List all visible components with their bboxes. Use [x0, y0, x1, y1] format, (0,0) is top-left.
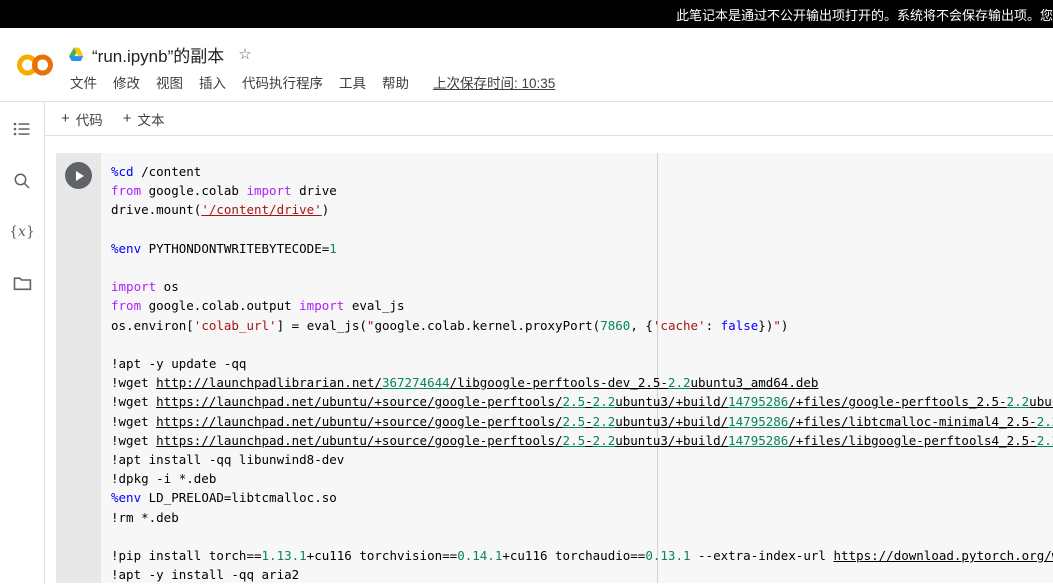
code-editor[interactable]: %cd /content from google.colab import dr… [101, 153, 1053, 583]
add-text-cell-label: 文本 [137, 112, 165, 128]
colab-logo[interactable] [16, 48, 56, 82]
menu-item-insert[interactable]: 插入 [199, 72, 226, 92]
cell-gutter [56, 153, 101, 583]
plus-icon: + [122, 110, 132, 127]
page-title[interactable]: “run.ipynb”的副本 [92, 42, 224, 67]
document-title-row: “run.ipynb”的副本 ☆ [68, 42, 252, 67]
run-cell-button[interactable] [65, 162, 92, 189]
private-outputs-banner: 此笔记本是通过不公开输出项打开的。系统将不会保存输出项。您 [0, 0, 1053, 28]
notebook-panel: + 代码 + 文本 %cd /content from google.colab… [45, 102, 1053, 584]
drive-icon [69, 47, 84, 62]
sidebar-item-search[interactable] [8, 167, 36, 195]
cell-toolbar: + 代码 + 文本 [45, 102, 1053, 136]
menu-item-view[interactable]: 视图 [156, 72, 183, 92]
cell-area: %cd /content from google.colab import dr… [45, 136, 1053, 583]
add-text-cell-button[interactable]: + 文本 [123, 109, 165, 129]
sidebar-rail: {x} [0, 102, 45, 584]
banner-text: 此笔记本是通过不公开输出项打开的。系统将不会保存输出项。您 [675, 7, 1053, 23]
sidebar-item-table-of-contents[interactable] [8, 116, 36, 144]
app-header: “run.ipynb”的副本 ☆ 文件 修改 视图 插入 代码执行程序 工具 帮… [0, 28, 1053, 102]
plus-icon: + [61, 110, 70, 127]
search-icon [14, 173, 30, 189]
save-status[interactable]: 上次保存时间: 10:35 [433, 72, 555, 92]
menu-item-edit[interactable]: 修改 [113, 72, 140, 92]
star-icon[interactable]: ☆ [238, 47, 251, 62]
main-body: {x} + 代码 + 文本 %cd /content from google.c… [0, 102, 1053, 584]
play-icon [75, 170, 84, 181]
menu-item-runtime[interactable]: 代码执行程序 [242, 72, 323, 92]
code-text[interactable]: %cd /content from google.colab import dr… [111, 162, 1053, 583]
sidebar-item-files[interactable] [8, 269, 36, 297]
code-cell[interactable]: %cd /content from google.colab import dr… [56, 153, 1053, 583]
colab-logo-icon [17, 54, 53, 76]
menu-item-tools[interactable]: 工具 [339, 72, 366, 92]
add-code-cell-label: 代码 [75, 112, 103, 128]
sidebar-item-variables[interactable]: {x} [8, 218, 36, 246]
folder-icon [13, 276, 31, 290]
menu-item-help[interactable]: 帮助 [382, 72, 409, 92]
menu-item-file[interactable]: 文件 [70, 72, 97, 92]
variables-icon: {x} [9, 224, 35, 240]
menu-bar: 文件 修改 视图 插入 代码执行程序 工具 帮助 上次保存时间: 10:35 [70, 72, 555, 92]
add-code-cell-button[interactable]: + 代码 [61, 109, 103, 129]
table-of-contents-icon [13, 122, 30, 136]
